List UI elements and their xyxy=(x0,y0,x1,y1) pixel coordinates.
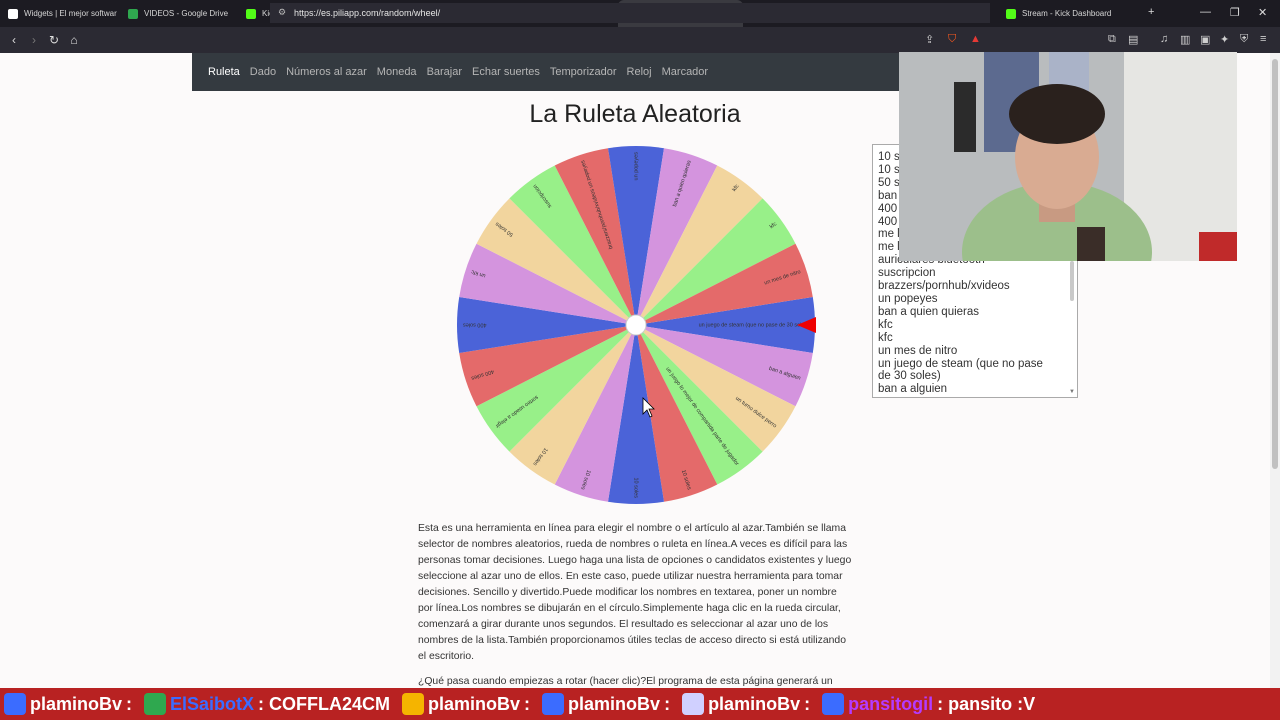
chat-message: : xyxy=(126,693,133,714)
nav-link[interactable]: Reloj xyxy=(627,66,652,78)
nav-link[interactable]: Marcador xyxy=(662,66,708,78)
ai-icon[interactable]: ✦ xyxy=(1220,33,1229,46)
chat-message: : pansito :V xyxy=(937,693,1036,714)
name-line: un juego de steam (que no pase xyxy=(878,357,1043,370)
favicon-icon xyxy=(1006,8,1016,19)
chat-username: pansitogil xyxy=(848,693,934,714)
wheel-hub[interactable] xyxy=(625,314,647,336)
share-icon[interactable]: ⇪ xyxy=(925,33,934,46)
nav-link[interactable]: Dado xyxy=(250,66,276,78)
description-text: Esta es una herramienta en línea para el… xyxy=(418,523,852,662)
nav-link[interactable]: Echar suertes xyxy=(472,66,540,78)
wheel-segment-label: 10 soles xyxy=(633,478,639,499)
browser-tab[interactable]: VIDEOS - Google Drive xyxy=(120,0,238,27)
wheel-segment-label: un juego de steam (que no pase de 30 sol… xyxy=(699,322,810,328)
back-icon[interactable]: ‹ xyxy=(4,33,24,47)
sidebar-icon[interactable]: ▤ xyxy=(1128,33,1138,46)
chat-message: : xyxy=(664,693,671,714)
chat-badge-icon xyxy=(822,693,845,715)
chat-badge-icon xyxy=(144,693,167,715)
name-line: brazzers/pornhub/xvideos xyxy=(878,280,1010,293)
site-navigation: Ruleta Dado Números al azar Moneda Barajar Ec… xyxy=(192,53,902,91)
chat-username: ElSaibotX xyxy=(170,693,255,714)
browser-toolbar: ‹ › ↻ ⌂ xyxy=(0,27,1280,53)
name-line: un popeyes xyxy=(878,292,938,305)
panel-icon[interactable]: ▥ xyxy=(1180,33,1190,46)
rewards-icon[interactable]: ▲ xyxy=(970,33,981,45)
name-line: un mes de nitro xyxy=(878,344,958,357)
nav-link[interactable]: Temporizador xyxy=(550,66,617,78)
chat-username: plaminoBv xyxy=(568,693,661,714)
site-settings-icon[interactable]: ⚙ xyxy=(278,7,286,18)
chat-badge-icon xyxy=(402,693,425,715)
extensions-icon[interactable]: ⧉ xyxy=(1108,33,1116,46)
chat-badge-icon xyxy=(542,693,565,715)
name-line: kfc xyxy=(878,318,893,331)
page-title: La Ruleta Aleatoria xyxy=(529,100,741,128)
browser-tab[interactable]: Stream - Kick Dashboard xyxy=(998,0,1125,27)
nav-link[interactable]: Números al azar xyxy=(286,66,367,78)
tab-label: VIDEOS - Google Drive xyxy=(144,9,229,18)
chat-username: plaminoBv xyxy=(708,693,801,714)
chat-message: : xyxy=(804,693,811,714)
nav-link[interactable]: Ruleta xyxy=(208,66,240,78)
tab-label: Stream - Kick Dashboard xyxy=(1022,9,1112,18)
maximize-button[interactable]: ❐ xyxy=(1230,6,1240,19)
name-line: ban a alguien xyxy=(878,383,948,396)
favicon-icon xyxy=(8,8,18,19)
address-bar[interactable]: ⚙ https://es.piliapp.com/random/wheel/ xyxy=(270,3,990,23)
chat-username: plaminoBv xyxy=(30,693,123,714)
favicon-icon xyxy=(246,8,256,19)
close-window-button[interactable]: ✕ xyxy=(1258,6,1267,19)
home-icon[interactable]: ⌂ xyxy=(64,33,84,47)
webcam-overlay xyxy=(899,52,1237,261)
browser-tab[interactable]: Widgets | El mejor softwar xyxy=(0,0,120,27)
chat-ticker: plaminoBv: ElSaibotX: COFFLA24CM plaminoBv… xyxy=(0,688,1280,720)
menu-icon[interactable]: ≡ xyxy=(1260,33,1266,45)
name-line: suscripcion xyxy=(878,267,936,280)
media-icon[interactable]: ♫ xyxy=(1160,33,1168,45)
chat-message: : xyxy=(524,693,531,714)
nav-link[interactable]: Barajar xyxy=(427,66,462,78)
wallet-icon[interactable]: ▣ xyxy=(1200,33,1210,46)
forward-icon[interactable]: › xyxy=(24,33,44,47)
wheel-segment-label: un popeyes xyxy=(633,152,639,181)
chat-username: plaminoBv xyxy=(428,693,521,714)
minimize-button[interactable]: — xyxy=(1200,6,1211,18)
page-scrollbar[interactable] xyxy=(1270,53,1280,688)
description-text-2: ¿Qué pasa cuando empiezas a rotar (hacer… xyxy=(418,676,833,687)
wheel-segment-label: 400 soles xyxy=(463,322,487,328)
chat-badge-icon xyxy=(682,693,705,715)
vpn-icon[interactable]: ⛨ xyxy=(1240,33,1248,46)
random-wheel[interactable]: un juego de steam (que no pase de 30 sol… xyxy=(455,144,817,506)
tab-label: Widgets | El mejor softwar xyxy=(24,9,117,18)
name-line: ban a quien quieras xyxy=(878,305,980,318)
url-text: https://es.piliapp.com/random/wheel/ xyxy=(294,8,441,18)
chat-message: : COFFLA24CM xyxy=(258,693,391,714)
nav-link[interactable]: Moneda xyxy=(377,66,417,78)
brave-shield-icon[interactable]: ⛉ xyxy=(948,33,956,46)
name-line: de 30 soles) xyxy=(878,370,941,383)
reload-icon[interactable]: ↻ xyxy=(44,33,64,47)
new-tab-button[interactable]: + xyxy=(1148,6,1154,18)
name-line: kfc xyxy=(878,331,893,344)
favicon-icon xyxy=(128,8,138,19)
chat-badge-icon xyxy=(4,693,26,715)
